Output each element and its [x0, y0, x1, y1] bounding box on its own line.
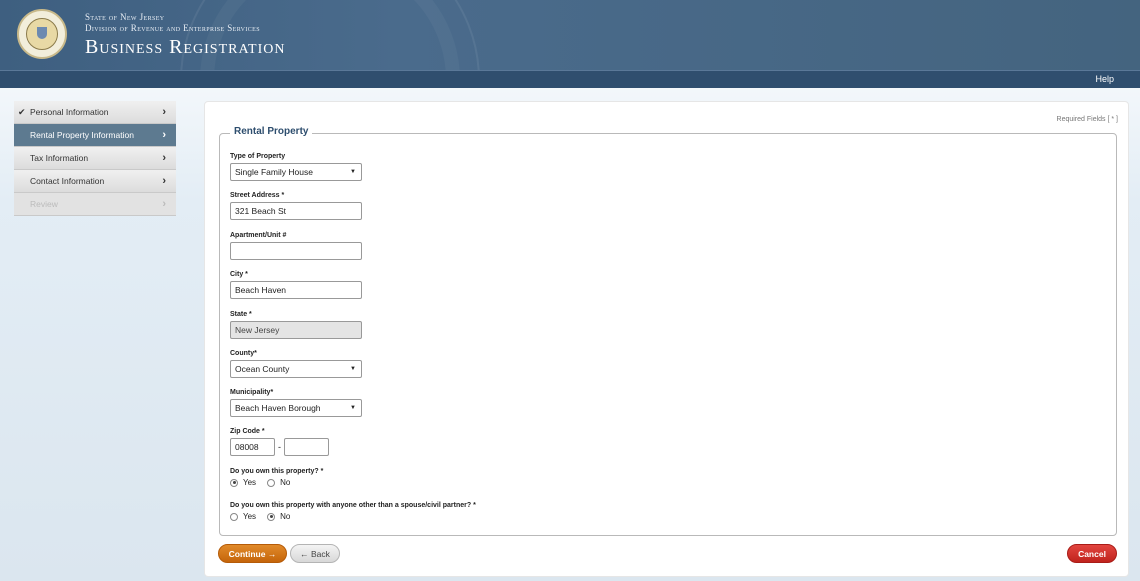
- field-label: County*: [230, 350, 257, 357]
- city-input[interactable]: Beach Haven: [230, 281, 362, 299]
- cancel-button[interactable]: Cancel: [1067, 544, 1117, 563]
- field-label: Zip Code *: [230, 428, 265, 435]
- sidebar-item-review: Review ›: [14, 193, 176, 216]
- apartment-field: Apartment/Unit #: [230, 232, 362, 260]
- street-address-field: Street Address * 321 Beach St: [230, 192, 362, 220]
- sidebar-item-label: Contact Information: [30, 176, 105, 186]
- city-field: City * Beach Haven: [230, 271, 362, 299]
- back-button[interactable]: ← Back: [290, 544, 340, 563]
- radio-label-no: No: [280, 478, 291, 487]
- required-fields-note: Required Fields [ * ]: [1056, 116, 1118, 123]
- county-field: County* Ocean County ▼: [230, 350, 362, 378]
- app-title: Business Registration: [85, 36, 286, 58]
- radio-label-yes: Yes: [243, 478, 257, 487]
- question-label: Do you own this property with anyone oth…: [230, 502, 476, 509]
- select-value: Ocean County: [235, 364, 290, 374]
- question-label: Do you own this property? *: [230, 468, 324, 475]
- zip-code-input[interactable]: 08008: [230, 438, 275, 456]
- field-label: Municipality*: [230, 389, 274, 396]
- state-seal-logo: [17, 9, 67, 59]
- zip-code-field: Zip Code * 08008 -: [230, 428, 329, 456]
- select-value: Single Family House: [235, 167, 313, 177]
- state-field: State * New Jersey: [230, 311, 362, 339]
- chevron-right-icon: ›: [162, 129, 166, 141]
- sidebar-item-label: Review: [30, 199, 58, 209]
- dropdown-arrow-icon: ▼: [350, 169, 356, 175]
- main-panel: Required Fields [ * ] Rental Property Ty…: [204, 101, 1129, 577]
- field-label: State *: [230, 311, 252, 318]
- rental-property-fieldset: Rental Property Type of Property Single …: [219, 126, 1117, 536]
- radio-label-yes: Yes: [243, 512, 257, 521]
- state-input: New Jersey: [230, 321, 362, 339]
- state-name: State of New Jersey: [85, 12, 165, 22]
- sidebar-item-tax-information[interactable]: Tax Information ›: [14, 147, 176, 170]
- sidebar-item-label: Personal Information: [30, 107, 109, 117]
- sidebar-item-contact-information[interactable]: Contact Information ›: [14, 170, 176, 193]
- sidebar-nav: ✔ Personal Information › Rental Property…: [14, 101, 176, 216]
- municipality-select[interactable]: Beach Haven Borough ▼: [230, 399, 362, 417]
- chevron-right-icon: ›: [162, 175, 166, 187]
- field-label: City *: [230, 271, 248, 278]
- own-with-other-no-radio[interactable]: [267, 512, 276, 521]
- chevron-right-icon: ›: [162, 198, 166, 210]
- chevron-right-icon: ›: [162, 152, 166, 164]
- select-value: Beach Haven Borough: [235, 403, 321, 413]
- dropdown-arrow-icon: ▼: [350, 405, 356, 411]
- field-label: Type of Property: [230, 153, 286, 160]
- type-of-property-field: Type of Property Single Family House ▼: [230, 153, 362, 181]
- help-link[interactable]: Help: [1095, 74, 1114, 84]
- checkmark-icon: ✔: [18, 107, 26, 117]
- field-label: Street Address *: [230, 192, 285, 199]
- continue-button[interactable]: Continue →: [218, 544, 287, 563]
- zip-separator: -: [278, 442, 281, 452]
- own-with-other-question: Do you own this property with anyone oth…: [230, 502, 476, 521]
- radio-label-no: No: [280, 512, 291, 521]
- sidebar-item-label: Tax Information: [30, 153, 89, 163]
- municipality-field: Municipality* Beach Haven Borough ▼: [230, 389, 362, 417]
- division-name: Division of Revenue and Enterprise Servi…: [85, 23, 260, 33]
- street-address-input[interactable]: 321 Beach St: [230, 202, 362, 220]
- chevron-right-icon: ›: [162, 106, 166, 118]
- sidebar-item-rental-property-information[interactable]: Rental Property Information ›: [14, 124, 176, 147]
- county-select[interactable]: Ocean County ▼: [230, 360, 362, 378]
- sidebar-item-personal-information[interactable]: ✔ Personal Information ›: [14, 101, 176, 124]
- type-of-property-select[interactable]: Single Family House ▼: [230, 163, 362, 181]
- own-property-no-radio[interactable]: [267, 478, 276, 487]
- field-label: Apartment/Unit #: [230, 232, 287, 239]
- top-navbar: Help: [0, 70, 1140, 88]
- fieldset-legend: Rental Property: [230, 126, 313, 137]
- own-property-question: Do you own this property? * Yes No: [230, 468, 323, 487]
- own-property-yes-radio[interactable]: [230, 478, 238, 487]
- page-header: State of New Jersey Division of Revenue …: [0, 0, 1140, 70]
- own-with-other-yes-radio[interactable]: [230, 512, 238, 521]
- dropdown-arrow-icon: ▼: [350, 366, 356, 372]
- apartment-input[interactable]: [230, 242, 362, 260]
- zip-extension-input[interactable]: [284, 438, 329, 456]
- sidebar-item-label: Rental Property Information: [30, 130, 134, 140]
- header-title-block: State of New Jersey Division of Revenue …: [85, 12, 285, 59]
